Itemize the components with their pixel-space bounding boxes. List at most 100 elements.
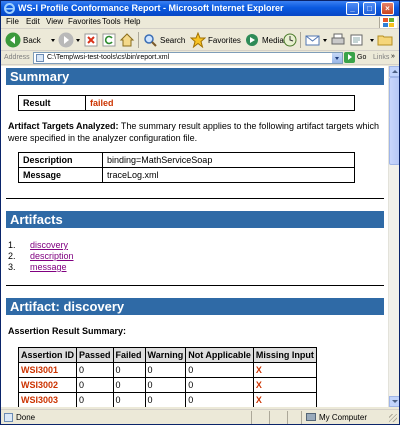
toolbar-separator (138, 32, 139, 48)
targets-label: Artifact Targets Analyzed: (8, 121, 119, 131)
go-arrow-icon (344, 52, 355, 63)
result-label: Result (18, 95, 86, 111)
back-dropdown-icon[interactable] (51, 39, 55, 42)
table-row: WSI3001 0 0 0 0 X (17, 362, 317, 378)
refresh-button[interactable] (101, 32, 117, 48)
forward-dropdown-icon[interactable] (76, 39, 80, 42)
description-label: Description (18, 152, 103, 168)
title-bar[interactable]: WS-I Profile Conformance Report - Micros… (1, 1, 399, 16)
media-icon (246, 34, 258, 46)
description-value: binding=MathServiceSoap (102, 152, 355, 168)
warning-cell: 0 (144, 392, 187, 407)
menu-tools[interactable]: Tools (102, 17, 121, 26)
menu-edit[interactable]: Edit (26, 17, 40, 26)
address-url[interactable]: C:\Temp\wsi-test-tools\cs\bin\report.xml (47, 54, 169, 61)
menu-help[interactable]: Help (124, 17, 140, 26)
scroll-up-icon[interactable] (389, 66, 399, 77)
folder-button[interactable] (377, 32, 393, 48)
internet-explorer-icon (4, 3, 15, 14)
search-icon (144, 34, 157, 47)
summary-heading: Summary (6, 68, 384, 85)
passed-cell: 0 (76, 377, 114, 393)
divider (6, 198, 384, 199)
address-input[interactable]: C:\Temp\wsi-test-tools\cs\bin\report.xml (33, 52, 343, 64)
message-value: traceLog.xml (102, 167, 355, 183)
menu-favorites[interactable]: Favorites (68, 17, 101, 26)
table-row: WSI3002 0 0 0 0 X (17, 377, 317, 393)
status-divider (287, 411, 288, 424)
history-button[interactable] (282, 32, 298, 48)
failed-cell: 0 (112, 392, 146, 407)
maximize-button[interactable]: □ (363, 2, 376, 15)
window-title: WS-I Profile Conformance Report - Micros… (18, 3, 284, 13)
page-done-icon (4, 413, 13, 422)
minimize-button[interactable]: _ (346, 2, 359, 15)
artifacts-heading: Artifacts (6, 211, 384, 228)
artifact-link-discovery[interactable]: discovery (30, 240, 68, 250)
menu-view[interactable]: View (46, 17, 63, 26)
favorites-star-icon (190, 32, 206, 48)
list-item: 1. discovery (8, 240, 69, 250)
page-icon (36, 54, 44, 62)
scrollbar-thumb[interactable] (389, 77, 399, 165)
discovery-heading: Artifact: discovery (6, 298, 384, 315)
not-applicable-cell: 0 (185, 362, 254, 378)
computer-icon (306, 413, 316, 421)
table-row: WSI3003 0 0 0 0 X (17, 392, 317, 407)
missing-input-cell: X (252, 362, 317, 378)
warning-cell: 0 (144, 362, 187, 378)
passed-cell: 0 (76, 392, 114, 407)
status-bar: Done My Computer (1, 409, 399, 424)
result-value: failed (85, 95, 355, 111)
message-label: Message (18, 167, 103, 183)
artifact-link-message[interactable]: message (30, 262, 67, 272)
table-header-row: Assertion ID Passed Failed Warning Not A… (17, 347, 317, 363)
refresh-icon (102, 33, 116, 47)
links-chevron-icon[interactable]: » (391, 53, 395, 60)
security-zone: My Computer (319, 413, 368, 422)
column-header: Passed (76, 347, 114, 363)
folder-icon (377, 35, 393, 46)
toolbar-separator (300, 32, 301, 48)
edit-dropdown-icon[interactable] (370, 39, 374, 42)
document-viewport: Summary Result failed Artifact Targets A… (1, 66, 388, 407)
column-header: Missing Input (252, 347, 317, 363)
column-header: Failed (112, 347, 146, 363)
artifact-link-description[interactable]: description (30, 251, 74, 261)
search-button[interactable]: Search (142, 32, 188, 48)
scroll-down-icon[interactable] (389, 396, 399, 407)
assertion-summary-title: Assertion Result Summary: (8, 326, 127, 336)
close-button[interactable]: × (381, 2, 394, 15)
status-text: Done (16, 413, 36, 422)
menu-file[interactable]: File (6, 17, 19, 26)
page-content: Summary Result failed Artifact Targets A… (1, 66, 399, 407)
favorites-button[interactable]: Favorites (190, 32, 242, 48)
address-dropdown-icon[interactable] (332, 53, 342, 63)
media-button[interactable]: Media (244, 32, 284, 48)
stop-icon (84, 33, 98, 47)
edit-document-icon (350, 34, 363, 46)
artifacts-list: 1. discovery 2. description 3. message (8, 240, 74, 273)
list-item: 3. message (8, 262, 67, 272)
print-button[interactable] (330, 32, 346, 48)
failed-cell: 0 (112, 362, 146, 378)
back-button[interactable]: Back (5, 32, 49, 48)
home-button[interactable] (119, 32, 135, 48)
resize-grip-icon[interactable] (389, 414, 397, 422)
links-toolbar[interactable]: Links (373, 54, 389, 61)
browser-window: WS-I Profile Conformance Report - Micros… (0, 0, 400, 425)
forward-button[interactable] (58, 32, 74, 48)
address-bar: Address C:\Temp\wsi-test-tools\cs\bin\re… (1, 51, 399, 65)
result-table: Result failed (18, 95, 355, 111)
mail-button[interactable] (305, 32, 321, 48)
status-divider (301, 411, 302, 424)
stop-button[interactable] (83, 32, 99, 48)
vertical-scrollbar[interactable] (388, 66, 399, 407)
targets-paragraph: Artifact Targets Analyzed: The summary r… (8, 120, 382, 144)
failed-cell: 0 (112, 377, 146, 393)
mail-dropdown-icon[interactable] (323, 39, 327, 42)
edit-button[interactable] (349, 32, 369, 48)
column-header: Warning (144, 347, 187, 363)
home-icon (119, 33, 135, 47)
not-applicable-cell: 0 (185, 392, 254, 407)
